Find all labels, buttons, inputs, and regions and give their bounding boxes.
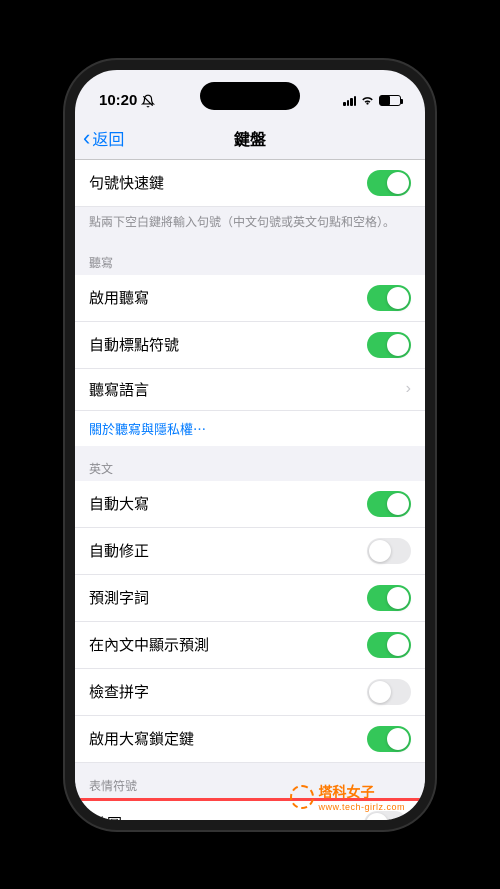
toggle-auto-correction[interactable] [367,538,411,564]
silent-bell-icon [141,94,155,108]
section-header-dictation: 聽寫 [75,240,425,275]
toggle-caps-lock[interactable] [367,726,411,752]
phone-screen: 10:20 ‹ 返回 鍵盤 句號快速鍵 點兩下空白鍵將輸入句號（中文句號或英文句… [75,70,425,820]
page-title: 鍵盤 [234,126,266,150]
phone-frame: 10:20 ‹ 返回 鍵盤 句號快速鍵 點兩下空白鍵將輸入句號（中文句號或英文句… [65,60,435,830]
wifi-icon [360,95,375,106]
toggle-auto-punctuation[interactable] [367,332,411,358]
nav-bar: ‹ 返回 鍵盤 [75,118,425,160]
toggle-inline-predictive[interactable] [367,632,411,658]
section-header-english: 英文 [75,446,425,481]
row-label: 預測字詞 [89,587,149,608]
footer-period-shortcut: 點兩下空白鍵將輸入句號（中文句號或英文句點和空格）。 [75,207,425,240]
row-label: 自動標點符號 [89,334,179,355]
row-auto-correction[interactable]: 自動修正 [75,528,425,575]
row-enable-dictation[interactable]: 啟用聽寫 [75,275,425,322]
settings-content[interactable]: 句號快速鍵 點兩下空白鍵將輸入句號（中文句號或英文句點和空格）。 聽寫 啟用聽寫… [75,160,425,820]
row-predictive[interactable]: 預測字詞 [75,575,425,622]
row-label: 自動修正 [89,540,149,561]
toggle-period-shortcut[interactable] [367,170,411,196]
watermark-title: 塔科女子 [318,782,405,802]
battery-icon [379,95,401,106]
toggle-enable-dictation[interactable] [367,285,411,311]
back-button[interactable]: ‹ 返回 [83,125,124,151]
dictation-privacy-link[interactable]: 關於聽寫與隱私權⋯ [75,411,425,446]
row-label: 聽寫語言 [89,379,149,400]
watermark: 塔科女子 www.tech-girlz.com [290,782,405,812]
row-inline-predictive[interactable]: 在內文中顯示預測 [75,622,425,669]
chevron-left-icon: ‹ [83,125,90,151]
row-caps-lock[interactable]: 啟用大寫鎖定鍵 [75,716,425,763]
row-auto-punctuation[interactable]: 自動標點符號 [75,322,425,369]
row-period-shortcut[interactable]: 句號快速鍵 [75,160,425,207]
toggle-stickers[interactable] [364,811,408,820]
row-auto-capitalization[interactable]: 自動大寫 [75,481,425,528]
row-label: 啟用聽寫 [89,287,149,308]
toggle-predictive[interactable] [367,585,411,611]
chevron-right-icon: › [406,380,411,398]
row-label: 句號快速鍵 [89,172,164,193]
status-time: 10:20 [99,92,137,109]
watermark-url: www.tech-girlz.com [318,802,405,812]
row-label: 貼圖 [92,813,122,820]
row-label: 自動大寫 [89,493,149,514]
toggle-check-spelling[interactable] [367,679,411,705]
row-dictation-language[interactable]: 聽寫語言 › [75,369,425,411]
signal-icon [343,96,356,106]
row-label: 在內文中顯示預測 [89,634,209,655]
row-label: 檢查拼字 [89,681,149,702]
back-label: 返回 [92,126,124,150]
row-label: 啟用大寫鎖定鍵 [89,728,194,749]
watermark-logo-icon [290,785,314,809]
dynamic-island [200,82,300,110]
row-check-spelling[interactable]: 檢查拼字 [75,669,425,716]
toggle-auto-capitalization[interactable] [367,491,411,517]
